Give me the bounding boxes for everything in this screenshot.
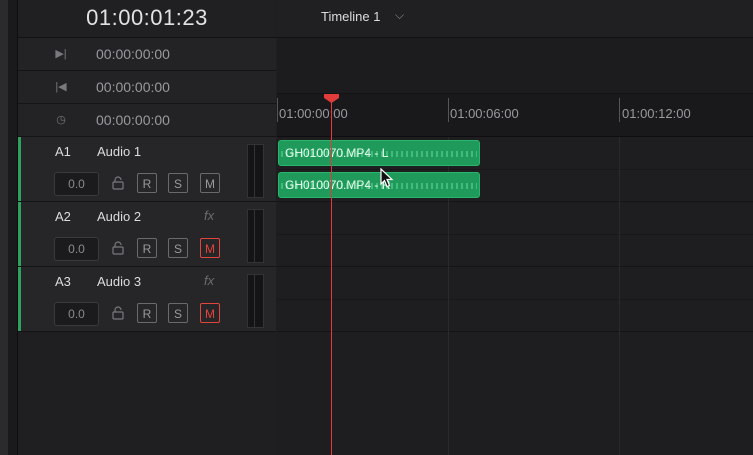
clip-label: GH010070.MP4 - L [285, 146, 389, 160]
ruler-label: 01:00:06:00 [450, 106, 519, 121]
track-number: A1 [55, 144, 71, 159]
track-name[interactable]: Audio 3 [97, 274, 141, 289]
track-name[interactable]: Audio 1 [97, 144, 141, 159]
track-lane-a2[interactable] [277, 202, 753, 267]
track-color-bar [18, 202, 21, 266]
lane-divider [277, 234, 753, 235]
track-header-empty-area [18, 332, 276, 455]
mute-button[interactable]: M [200, 173, 220, 193]
audio-meter [247, 144, 264, 198]
timeline-ruler[interactable]: 01:00:00:00 01:00:06:00 01:00:12:00 [277, 94, 753, 137]
lock-icon[interactable] [111, 241, 125, 255]
record-button[interactable]: R [137, 303, 157, 323]
timecode-row-end: ▶| 00:00:00:00 [18, 38, 276, 71]
jump-to-end-icon[interactable]: ▶| [54, 47, 68, 61]
fx-icon[interactable]: fx [204, 208, 214, 223]
track-header-a1[interactable]: A1 Audio 1 0.0 R S M [18, 137, 276, 202]
mute-button[interactable]: M [200, 303, 220, 323]
left-edge-strip [0, 0, 8, 455]
solo-button[interactable]: S [168, 303, 188, 323]
track-color-bar [18, 267, 21, 331]
lock-icon[interactable] [111, 176, 125, 190]
track-volume[interactable]: 0.0 [54, 237, 99, 261]
fx-icon[interactable]: fx [204, 273, 214, 288]
audio-meter [247, 209, 264, 263]
playhead-handle[interactable] [323, 93, 340, 103]
clip-label: GH010070.MP4 - R [285, 178, 391, 192]
jump-to-start-icon[interactable]: |◀ [54, 80, 68, 94]
solo-button[interactable]: S [168, 173, 188, 193]
track-header-a3[interactable]: A3 Audio 3 fx 0.0 R S M [18, 267, 276, 332]
timeline-header: Timeline 1 ⌵ [277, 0, 753, 38]
timecode-value: 00:00:00:00 [96, 46, 170, 62]
track-volume[interactable]: 0.0 [54, 172, 99, 196]
track-number: A2 [55, 209, 71, 224]
track-number: A3 [55, 274, 71, 289]
lock-icon[interactable] [111, 306, 125, 320]
current-timecode[interactable]: 01:00:01:23 [18, 5, 276, 31]
solo-button[interactable]: S [168, 238, 188, 258]
track-lane-a3[interactable] [277, 267, 753, 332]
timecode-header: 01:00:01:23 [18, 0, 276, 38]
timeline-title[interactable]: Timeline 1 [321, 9, 380, 24]
ruler-label: 01:00:00:00 [279, 106, 348, 121]
ruler-label: 01:00:12:00 [622, 106, 691, 121]
timeline-upper-area [277, 38, 753, 94]
timecode-value: 00:00:00:00 [96, 79, 170, 95]
track-header-a2[interactable]: A2 Audio 2 fx 0.0 R S M [18, 202, 276, 267]
track-name[interactable]: Audio 2 [97, 209, 141, 224]
audio-meter [247, 274, 264, 328]
playhead-line[interactable] [331, 98, 332, 455]
ruler-tick [277, 98, 278, 122]
audio-clip-left[interactable]: GH010070.MP4 - L [278, 140, 480, 166]
timecode-value: 00:00:00:00 [96, 112, 170, 128]
clock-icon[interactable]: ◷ [54, 113, 68, 127]
lane-divider [277, 299, 753, 300]
left-scrollbar[interactable] [8, 0, 18, 455]
record-button[interactable]: R [137, 238, 157, 258]
timecode-row-start: |◀ 00:00:00:00 [18, 71, 276, 104]
lane-divider [277, 169, 753, 170]
grid-line [619, 137, 620, 455]
timecode-row-duration: ◷ 00:00:00:00 [18, 104, 276, 137]
ruler-tick [448, 98, 449, 122]
track-volume[interactable]: 0.0 [54, 302, 99, 326]
timeline-empty-area[interactable] [277, 332, 753, 455]
mouse-cursor-icon [380, 168, 394, 188]
chevron-down-icon[interactable]: ⌵ [395, 8, 404, 23]
ruler-tick [619, 98, 620, 122]
audio-clip-right[interactable]: GH010070.MP4 - R [278, 172, 480, 198]
record-button[interactable]: R [137, 173, 157, 193]
track-color-bar [18, 137, 21, 201]
mute-button[interactable]: M [200, 238, 220, 258]
